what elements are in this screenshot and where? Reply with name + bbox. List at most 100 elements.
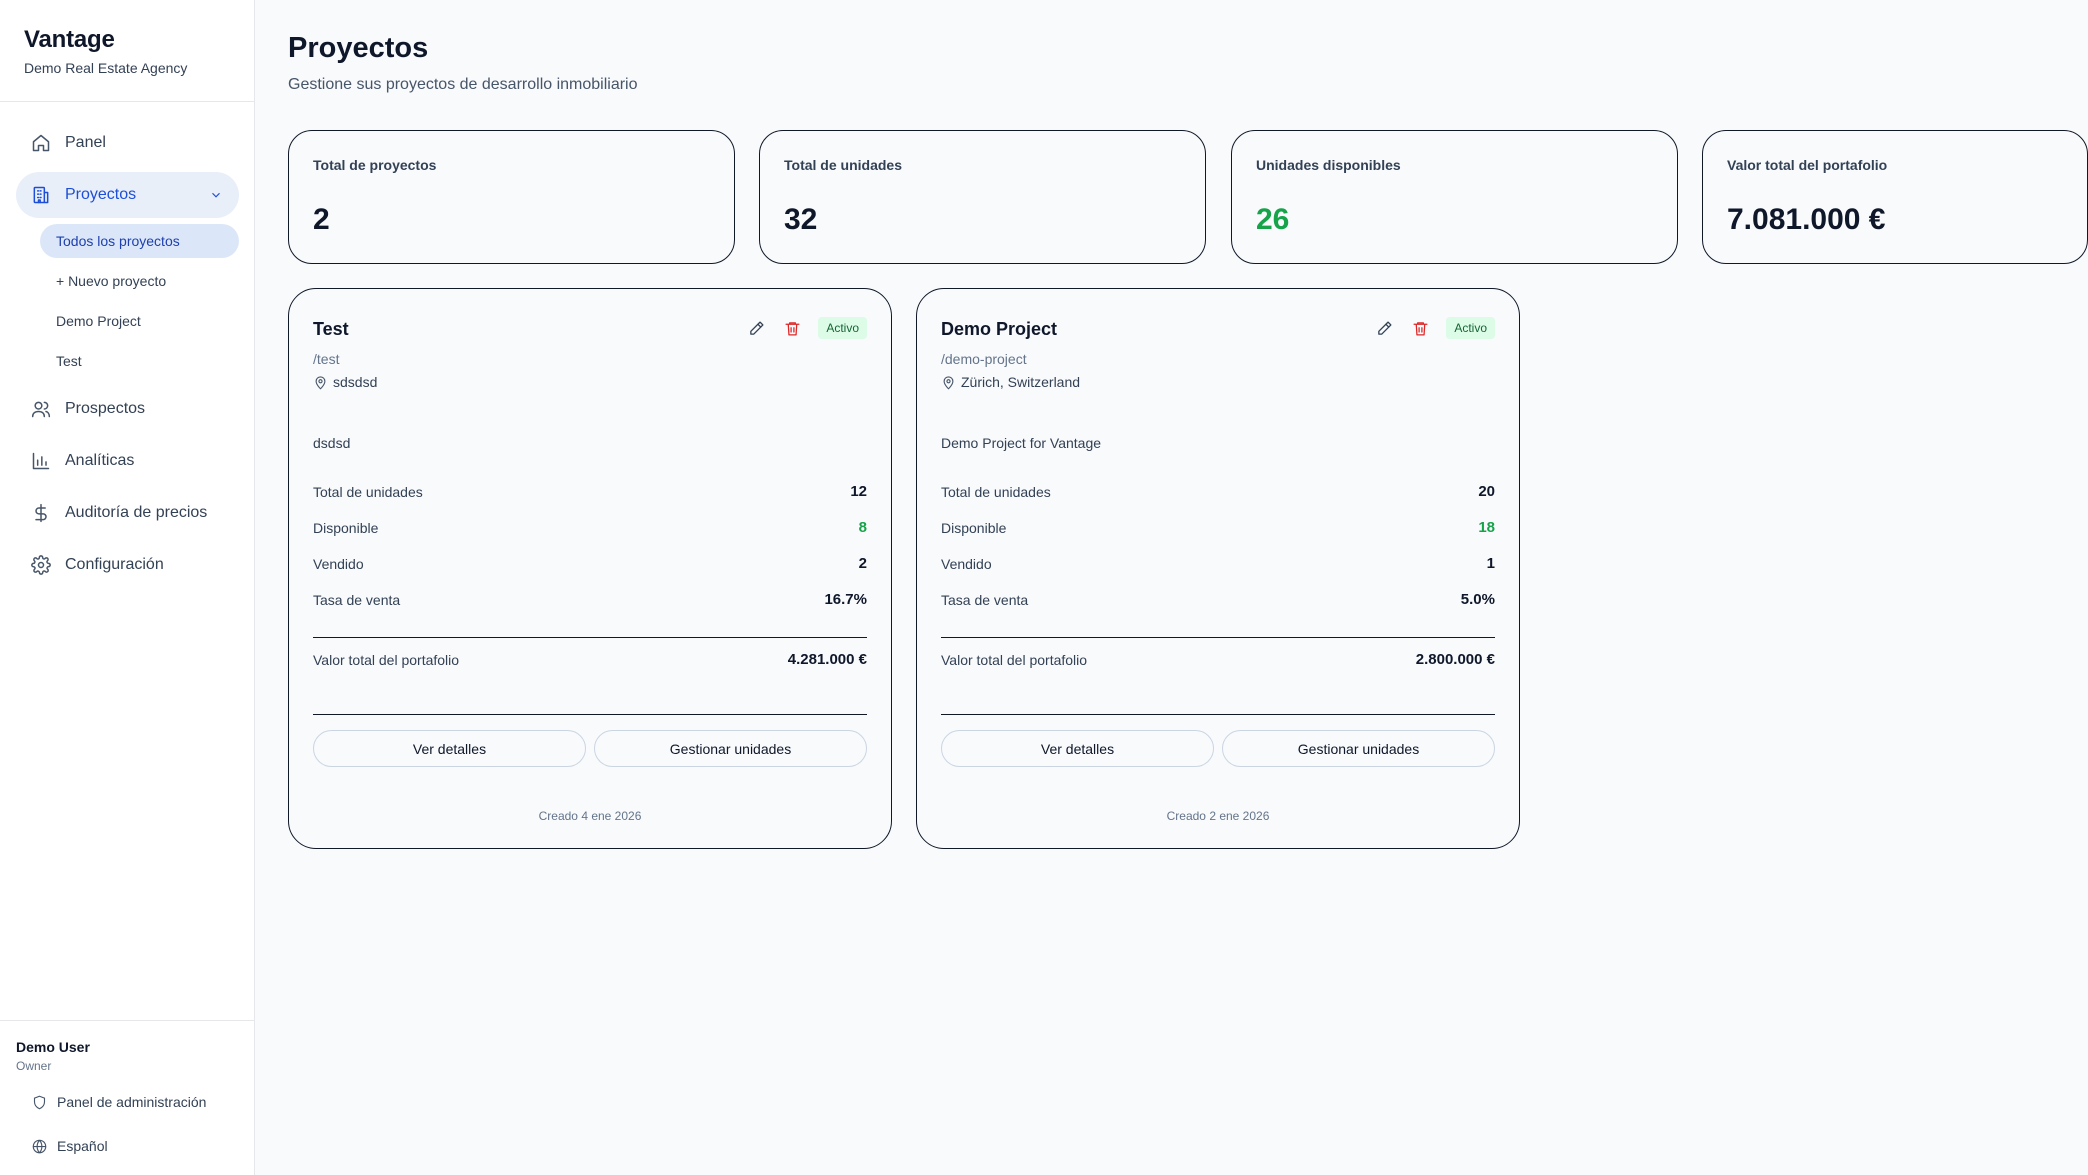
project-description: Demo Project for Vantage: [941, 435, 1102, 451]
subnav-new-project[interactable]: + Nuevo proyecto: [40, 264, 239, 298]
sidebar-item-analytics[interactable]: Analíticas: [16, 438, 239, 484]
bar-chart-icon: [31, 451, 51, 471]
metric-total-units: Total de unidades 12: [313, 483, 867, 500]
language-selector[interactable]: Español: [32, 1138, 108, 1154]
divider: [313, 637, 867, 638]
sidebar-item-projects[interactable]: Proyectos: [16, 172, 239, 218]
stat-label: Total de unidades: [784, 157, 902, 173]
user-name: Demo User: [16, 1039, 90, 1055]
metric-label: Valor total del portafolio: [313, 651, 460, 668]
sidebar: Vantage Demo Real Estate Agency Panel Pr…: [0, 0, 255, 1175]
language-label: Español: [57, 1138, 108, 1154]
subnav-project-test[interactable]: Test: [40, 344, 239, 378]
user-role: Owner: [16, 1059, 52, 1073]
metric-label: Valor total del portafolio: [941, 651, 1088, 668]
globe-icon: [32, 1139, 47, 1153]
stat-label: Unidades disponibles: [1256, 157, 1401, 173]
project-location: Zürich, Switzerland: [941, 374, 1080, 390]
trash-icon[interactable]: [782, 318, 802, 338]
metric-value: 4.281.000 €: [787, 651, 867, 668]
location-text: Zürich, Switzerland: [961, 374, 1081, 390]
sidebar-item-label: Prospectos: [65, 400, 146, 417]
metric-sale-rate: Tasa de venta 16.7%: [313, 591, 867, 608]
project-slug: /test: [313, 351, 340, 367]
metric-label: Disponible: [941, 519, 1007, 536]
subnav-all-projects[interactable]: Todos los proyectos: [40, 224, 239, 258]
metric-portfolio-value: Valor total del portafolio 2.800.000 €: [941, 651, 1495, 668]
metric-sold: Vendido 1: [941, 555, 1495, 572]
sidebar-item-label: Auditoría de precios: [65, 504, 208, 521]
sidebar-item-label: Analíticas: [65, 452, 135, 469]
metric-value: 18: [1478, 519, 1495, 536]
created-date: Creado 2 ene 2026: [1166, 809, 1270, 823]
metric-value: 16.7%: [824, 591, 867, 608]
stat-total-units: Total de unidades 32: [759, 130, 1206, 264]
metric-total-units: Total de unidades 20: [941, 483, 1495, 500]
manage-units-button[interactable]: Gestionar unidades: [1222, 730, 1495, 767]
pencil-icon[interactable]: [746, 318, 766, 338]
app-title: Vantage: [24, 26, 115, 53]
manage-units-button[interactable]: Gestionar unidades: [594, 730, 867, 767]
divider: [313, 714, 867, 715]
location-text: sdsdsd: [333, 374, 378, 390]
metric-available: Disponible 18: [941, 519, 1495, 536]
users-icon: [31, 399, 51, 419]
metric-label: Tasa de venta: [313, 591, 401, 608]
project-location: sdsdsd: [313, 374, 377, 390]
card-actions: Activo: [1374, 317, 1495, 339]
pencil-icon[interactable]: [1374, 318, 1394, 338]
metric-value: 1: [1486, 555, 1495, 572]
metric-value: 8: [858, 519, 867, 536]
admin-panel-link[interactable]: Panel de administración: [32, 1094, 206, 1110]
sidebar-item-label: Configuración: [65, 556, 164, 573]
metric-value: 12: [850, 483, 867, 500]
metric-label: Total de unidades: [941, 483, 1051, 500]
project-description: dsdsd: [313, 435, 351, 451]
subnav-project-demo[interactable]: Demo Project: [40, 304, 239, 338]
metric-label: Vendido: [941, 555, 992, 572]
trash-icon[interactable]: [1410, 318, 1430, 338]
divider: [941, 714, 1495, 715]
stat-available-units: Unidades disponibles 26: [1231, 130, 1678, 264]
project-name: Demo Project: [941, 319, 1058, 339]
gear-icon: [31, 555, 51, 575]
stat-value: 7.081.000 €: [1727, 203, 1886, 236]
stat-total-projects: Total de proyectos 2: [288, 130, 735, 264]
stat-label: Valor total del portafolio: [1727, 157, 1888, 173]
map-pin-icon: [315, 375, 326, 390]
stat-value: 32: [784, 203, 818, 236]
created-date: Creado 4 ene 2026: [538, 809, 642, 823]
metric-available: Disponible 8: [313, 519, 867, 536]
shield-icon: [33, 1095, 46, 1109]
sidebar-item-label: Panel: [65, 134, 106, 151]
project-card: Test Activo /test sdsdsd dsdsd Total de …: [288, 288, 892, 849]
page-subtitle: Gestione sus proyectos de desarrollo inm…: [288, 76, 638, 93]
metric-value: 20: [1478, 483, 1495, 500]
sidebar-item-settings[interactable]: Configuración: [16, 542, 239, 588]
view-details-button[interactable]: Ver detalles: [313, 730, 586, 767]
metric-label: Total de unidades: [313, 483, 423, 500]
sidebar-item-prospects[interactable]: Prospectos: [16, 386, 239, 432]
status-badge: Activo: [1446, 317, 1495, 339]
view-details-button[interactable]: Ver detalles: [941, 730, 1214, 767]
dollar-icon: [31, 503, 51, 523]
page-title: Proyectos: [288, 32, 429, 64]
sidebar-item-panel[interactable]: Panel: [16, 120, 239, 166]
metric-value: 2: [858, 555, 867, 572]
agency-name: Demo Real Estate Agency: [24, 60, 188, 76]
admin-panel-label: Panel de administración: [57, 1094, 207, 1110]
chevron-down-icon[interactable]: [209, 188, 223, 202]
metric-value: 2.800.000 €: [1415, 651, 1495, 668]
metric-sale-rate: Tasa de venta 5.0%: [941, 591, 1495, 608]
stat-portfolio-value: Valor total del portafolio 7.081.000 €: [1702, 130, 2088, 264]
card-actions: Activo: [746, 317, 867, 339]
user-info: Demo User Owner: [0, 1020, 254, 1073]
sidebar-item-price-audit[interactable]: Auditoría de precios: [16, 490, 239, 536]
metric-value: 5.0%: [1460, 591, 1495, 608]
project-card: Demo Project Activo /demo-project Zürich…: [916, 288, 1520, 849]
brand: Vantage Demo Real Estate Agency: [0, 0, 254, 102]
stat-value: 2: [313, 203, 330, 236]
metric-label: Tasa de venta: [941, 591, 1029, 608]
project-slug: /demo-project: [941, 351, 1027, 367]
building-icon: [31, 185, 51, 205]
